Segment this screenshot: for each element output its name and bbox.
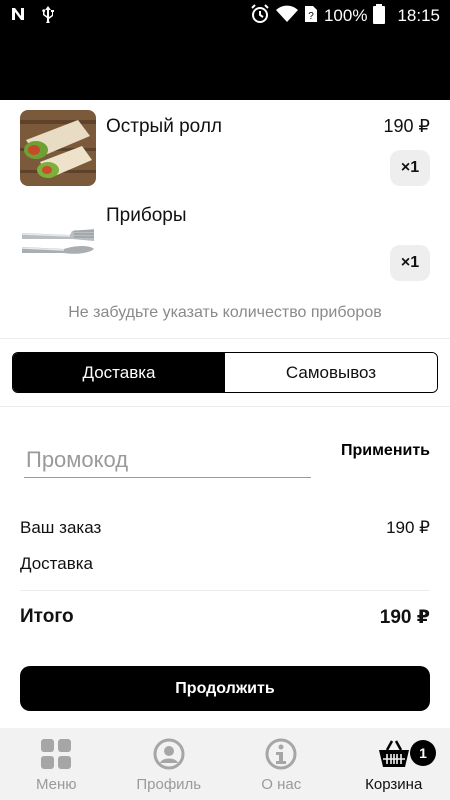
sim-icon: ?	[304, 5, 318, 28]
tab-menu[interactable]: Меню	[0, 728, 113, 800]
delivery-label: Доставка	[20, 554, 94, 573]
battery-icon	[373, 3, 386, 29]
tab-cart[interactable]: Корзина 1	[338, 728, 450, 800]
cart-count-badge: 1	[410, 740, 436, 766]
total-value: 190 ₽	[379, 607, 430, 628]
delivery-option[interactable]: Доставка	[13, 353, 225, 392]
total-row: Итого 190 ₽	[20, 606, 430, 629]
tab-label: Меню	[35, 776, 77, 793]
cart-content[interactable]: Острый ролл 190 ₽ ×1 Приборы ×1 Не забуд…	[0, 100, 450, 728]
grid-icon	[40, 738, 72, 770]
app-bar	[0, 32, 450, 100]
tab-about[interactable]: О нас	[225, 728, 338, 800]
usb-icon	[40, 5, 56, 28]
item-name: Приборы	[106, 205, 187, 226]
delivery-row: Доставка	[20, 554, 430, 574]
cart-item-cutlery[interactable]: Приборы ×1	[0, 205, 450, 285]
bottom-tab-bar: Меню Профиль О нас Корзина 1	[0, 728, 450, 800]
order-label: Ваш заказ	[20, 518, 102, 537]
tab-label: Профиль	[136, 776, 202, 793]
alarm-icon	[250, 3, 270, 29]
tab-label: О нас	[261, 776, 302, 793]
item-name: Острый ролл	[106, 116, 222, 137]
promo-code-input[interactable]	[24, 442, 311, 478]
continue-button[interactable]: Продолжить	[20, 666, 430, 711]
n-icon	[10, 6, 26, 27]
quantity-button[interactable]: ×1	[390, 245, 430, 281]
tab-label: Корзина	[365, 776, 423, 793]
profile-icon	[153, 738, 185, 770]
total-label: Итого	[20, 606, 74, 627]
divider	[0, 406, 450, 407]
status-bar: ? 100% 18:15	[0, 0, 450, 32]
clock: 18:15	[397, 6, 440, 25]
roll-image	[20, 110, 96, 186]
wifi-icon	[275, 5, 298, 28]
cutlery-hint: Не забудьте указать количество приборов	[68, 304, 382, 321]
info-icon	[265, 738, 297, 770]
delivery-toggle[interactable]: Доставка Самовывоз	[12, 352, 438, 393]
divider	[20, 590, 430, 591]
status-right: ? 100% 18:15	[250, 3, 440, 29]
cutlery-image	[20, 205, 96, 281]
pickup-option[interactable]: Самовывоз	[225, 353, 437, 392]
item-price: 190 ₽	[383, 116, 431, 136]
divider	[0, 338, 450, 339]
basket-icon	[378, 738, 410, 770]
status-left	[10, 5, 56, 28]
apply-promo-button[interactable]: Применить	[341, 442, 430, 460]
battery-percent: 100%	[323, 6, 368, 25]
quantity-button[interactable]: ×1	[390, 150, 430, 186]
cart-item-roll[interactable]: Острый ролл 190 ₽ ×1	[0, 110, 450, 190]
tab-profile[interactable]: Профиль	[113, 728, 226, 800]
order-row: Ваш заказ 190 ₽	[20, 518, 430, 538]
order-value: 190 ₽	[386, 518, 430, 537]
svg-text:?: ?	[308, 11, 314, 22]
